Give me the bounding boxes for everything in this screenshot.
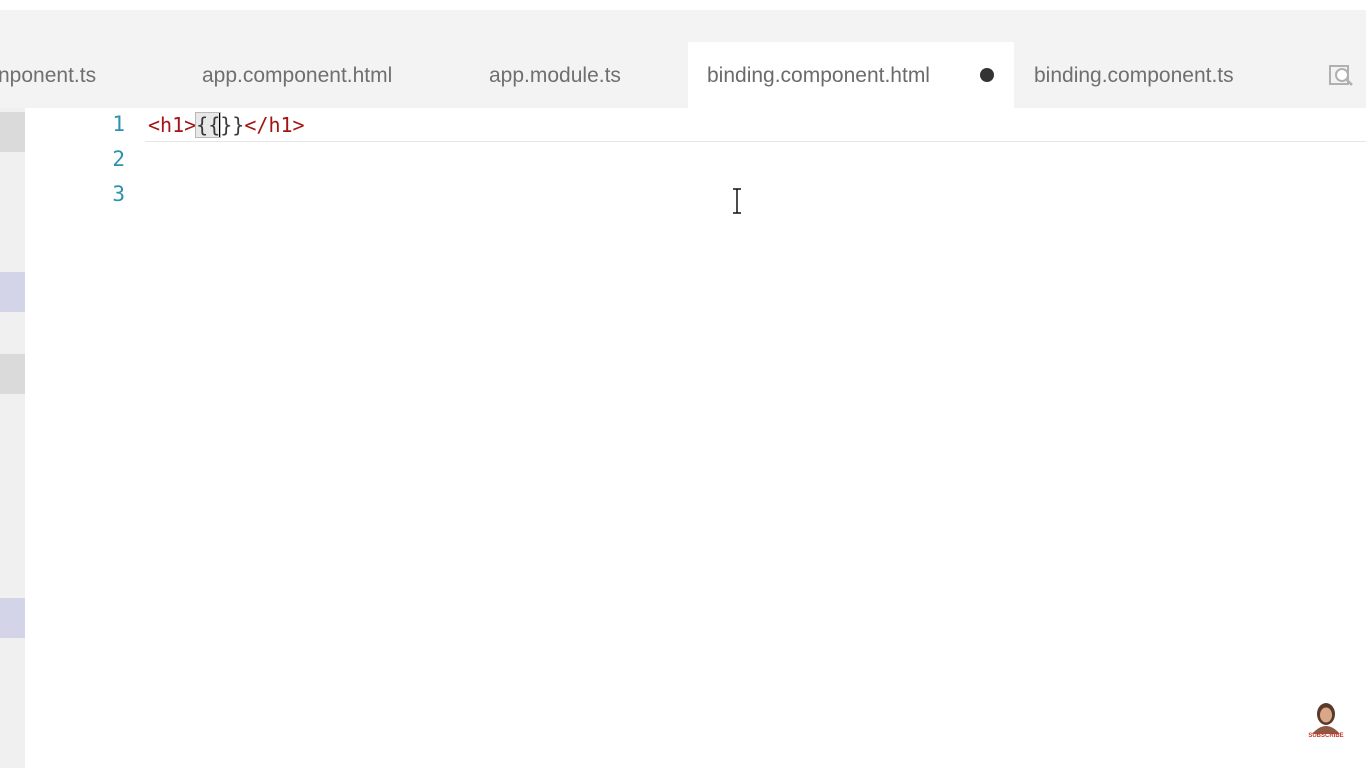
title-bar (0, 0, 1366, 42)
line-number: 3 (112, 182, 125, 206)
activity-item-search[interactable] (0, 272, 25, 312)
tab-app-module-ts[interactable]: app.module.ts (468, 42, 678, 108)
line-number: 2 (112, 147, 125, 171)
code-line-1[interactable]: <h1>{{}}</h1> (148, 112, 305, 138)
tab-binding-component-ts[interactable]: binding.component.ts (1014, 42, 1310, 108)
editor-tab-bar: nponent.ts app.component.html app.module… (0, 42, 1366, 108)
tab-component-ts[interactable]: nponent.ts (0, 42, 178, 108)
close-interpolation-braces: }} (220, 113, 245, 137)
open-changes-icon[interactable] (1328, 62, 1356, 90)
title-bar-edge (0, 0, 1366, 10)
tab-label: binding.component.html (707, 64, 930, 87)
subscribe-watermark[interactable]: SUBSCRIBE (1305, 733, 1347, 739)
open-h1-tag: <h1> (148, 113, 197, 137)
activity-item-explorer[interactable] (0, 112, 25, 152)
code-editor[interactable]: 1 2 3 <h1>{{}}</h1> (25, 108, 1366, 768)
line-number: 1 (112, 112, 125, 136)
tab-app-component-html[interactable]: app.component.html (182, 42, 452, 108)
activity-bar (0, 108, 25, 768)
tab-label: nponent.ts (0, 64, 97, 87)
activity-item-extensions[interactable] (0, 598, 25, 638)
current-line-highlight (145, 108, 1366, 142)
tab-label: binding.component.ts (1034, 64, 1234, 87)
tab-label: app.component.html (202, 64, 393, 87)
tab-binding-component-html[interactable]: binding.component.html (688, 42, 1014, 108)
close-h1-tag: </h1> (244, 113, 305, 137)
open-interpolation-braces: {{ (195, 112, 222, 138)
unsaved-dot-icon[interactable] (980, 68, 994, 82)
ibeam-cursor-icon (730, 188, 744, 214)
activity-item-source-control[interactable] (0, 354, 25, 394)
tab-label: app.module.ts (489, 64, 621, 87)
tab-actions (1310, 42, 1366, 108)
